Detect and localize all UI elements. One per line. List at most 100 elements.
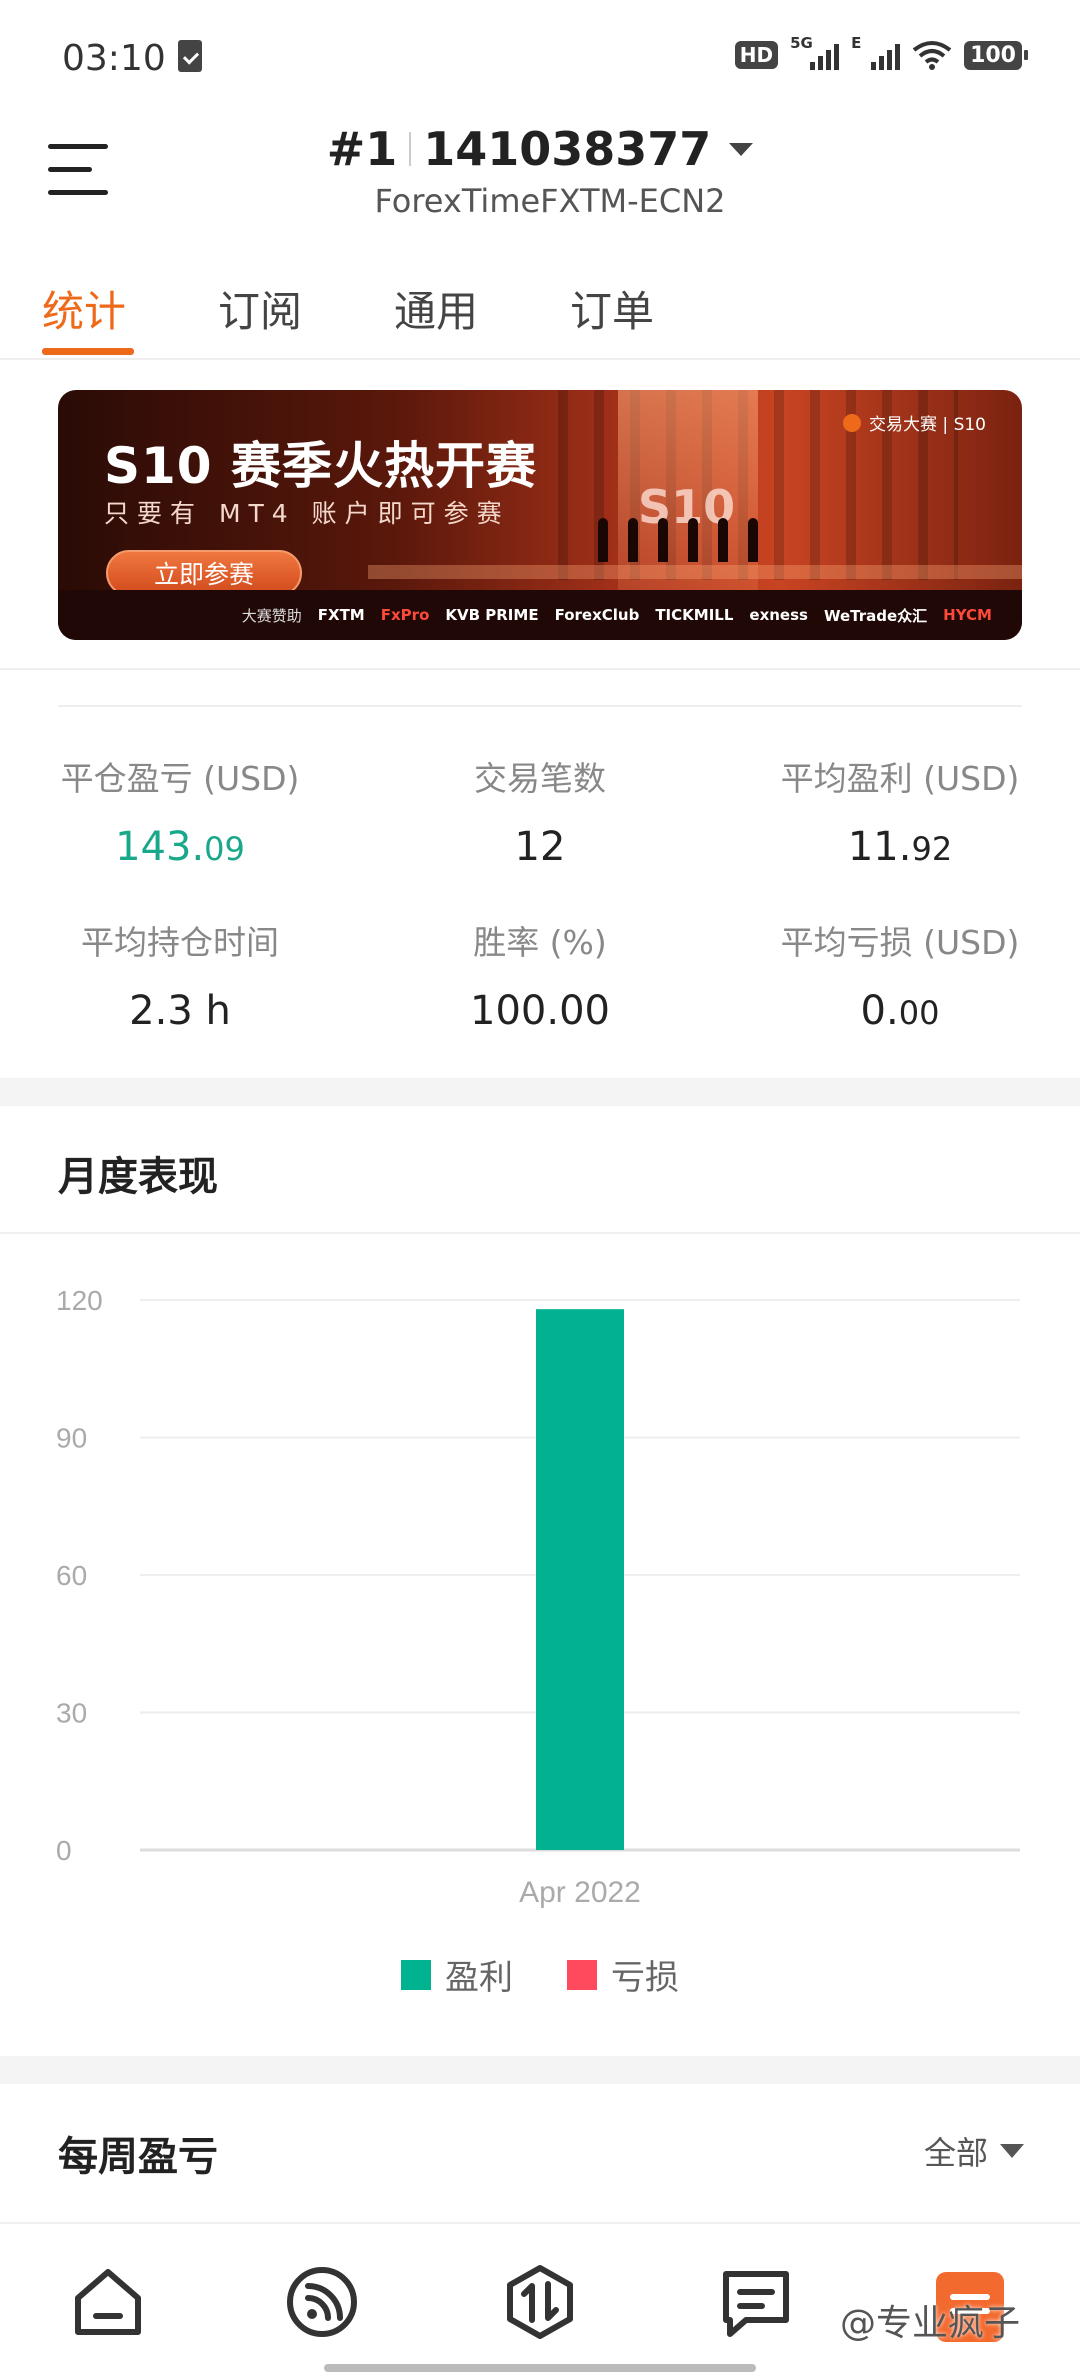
signal-5g-label: 5G — [790, 34, 813, 52]
sponsor-fxpro: FxPro — [380, 606, 430, 624]
stat-value-int: 0. — [860, 988, 899, 1034]
status-bar: 03:10 HD 5G E 100 — [0, 0, 1080, 120]
tab-bar: 统计 订阅 通用 订单 — [0, 260, 1080, 360]
tab-orders[interactable]: 订单 — [570, 278, 654, 339]
tab-active-indicator — [42, 348, 134, 355]
banner-brand: 交易大赛 | S10 — [843, 410, 986, 435]
account-server: ForexTimeFXTM-ECN2 — [374, 182, 726, 220]
banner-title: S10 赛季火热开赛 — [104, 437, 537, 495]
tab-statistics[interactable]: 统计 — [42, 278, 126, 339]
monthly-title: 月度表现 — [58, 1154, 218, 1200]
divider — [0, 668, 1080, 670]
x-tick-label: Apr 2022 — [519, 1876, 641, 1909]
sponsor-label: 大赛赞助 — [241, 606, 302, 625]
trade-icon — [507, 2265, 573, 2339]
stat-label: 胜率 (%) — [473, 923, 607, 962]
stat-value-dec: 00 — [898, 994, 940, 1032]
monthly-chart-card: 0 30 60 90 120 Apr 2022 — [0, 1232, 1080, 2032]
stat-avg-profit: 平均盈利 (USD) 11.92 — [720, 752, 1080, 870]
legend-loss[interactable]: 亏损 — [567, 1950, 679, 1999]
bar-profit — [536, 1309, 624, 1850]
banner-figures — [598, 518, 758, 562]
message-icon — [723, 2271, 789, 2337]
account-separator — [409, 132, 412, 166]
stat-win-rate: 胜率 (%) 100.00 — [360, 916, 720, 1034]
status-time: 03:10 — [62, 38, 166, 79]
sponsor-tickmill: TICKMILL — [655, 606, 734, 624]
legend-swatch-profit — [401, 1959, 431, 1990]
banner-brand-text: 交易大赛 | S10 — [869, 415, 986, 435]
sponsor-forexclub: ForexClub — [554, 606, 640, 624]
banner-stage — [368, 565, 1022, 579]
y-tick-label: 60 — [56, 1560, 87, 1591]
sponsor-kvb: KVB PRIME — [445, 606, 539, 624]
sponsor-hycm: HYCM — [943, 606, 992, 624]
weekly-filter-dropdown[interactable]: 全部 — [924, 2128, 1024, 2174]
account-index: #1 — [326, 122, 398, 176]
stat-value: 2.3 h — [129, 988, 231, 1034]
stat-avg-hold: 平均持仓时间 2.3 h — [0, 916, 360, 1034]
nav-signals[interactable] — [282, 2262, 362, 2342]
nav-messages[interactable] — [716, 2262, 796, 2342]
stat-label: 平仓盈亏 (USD) — [60, 759, 300, 798]
y-tick-label: 120 — [56, 1285, 103, 1316]
stat-value-dec: 09 — [204, 830, 245, 868]
stat-value-int: 143. — [115, 824, 205, 870]
stats-panel: 平仓盈亏 (USD) 143.09 交易笔数 12 平均盈利 (USD) 11.… — [0, 700, 1080, 1080]
stat-avg-loss: 平均亏损 (USD) 0.00 — [720, 916, 1080, 1034]
weekly-filter-label: 全部 — [923, 2134, 988, 2172]
account-number: 141038377 — [423, 122, 712, 176]
stat-trades: 交易笔数 12 — [360, 752, 720, 870]
signal-icon — [287, 2267, 357, 2337]
sponsor-fxtm: FXTM — [317, 606, 365, 624]
section-gap — [0, 2056, 1080, 2084]
weekly-title: 每周盈亏 — [58, 2134, 218, 2180]
hd-icon: HD — [734, 41, 779, 69]
legend-label-profit: 盈利 — [445, 1958, 513, 1998]
promo-banner[interactable]: S10 S10 赛季火热开赛 只要有 MT4 账户即可参赛 立即参赛 交易大赛 … — [58, 390, 1022, 640]
stat-label: 平均盈利 (USD) — [780, 759, 1020, 798]
stat-label: 交易笔数 — [474, 759, 606, 798]
signal-e-label: E — [851, 34, 862, 52]
legend-label-loss: 亏损 — [611, 1958, 679, 1998]
home-icon — [75, 2269, 141, 2335]
y-tick-label: 90 — [56, 1423, 87, 1454]
dropdown-caret-icon[interactable] — [729, 142, 754, 156]
watermark: @专业疯子 — [840, 2303, 1021, 2344]
clipboard-icon — [178, 40, 202, 72]
nav-trade[interactable] — [500, 2262, 580, 2342]
nav-home[interactable] — [68, 2262, 148, 2342]
brand-logo-icon — [843, 413, 862, 432]
account-selector[interactable]: #1 141038377 ForexTimeFXTM-ECN2 — [0, 122, 1080, 220]
stat-value: 11.92 — [720, 824, 1080, 870]
banner-subtitle: 只要有 MT4 账户即可参赛 — [104, 499, 510, 528]
y-tick-label: 0 — [56, 1835, 72, 1866]
wifi-icon — [912, 41, 952, 70]
legend-swatch-loss — [567, 1959, 597, 1990]
monthly-chart: 0 30 60 90 120 Apr 2022 — [56, 1285, 1020, 1909]
y-tick-label: 30 — [56, 1698, 87, 1729]
home-indicator[interactable] — [324, 2364, 756, 2372]
tab-general[interactable]: 通用 — [394, 278, 478, 339]
stat-value: 100.00 — [470, 988, 610, 1034]
chevron-down-icon — [1000, 2144, 1024, 2158]
stat-closed-pnl: 平仓盈亏 (USD) 143.09 — [0, 752, 360, 870]
stat-value: 0.00 — [720, 988, 1080, 1034]
sponsor-exness: exness — [749, 606, 808, 624]
stat-value-dec: 92 — [911, 830, 953, 868]
chart-legend: 盈利 亏损 — [0, 1950, 1080, 1999]
sponsor-wetrade: WeTrade众汇 — [823, 606, 928, 625]
battery-icon: 100 — [964, 40, 1028, 70]
stat-value-int: 11. — [847, 824, 912, 870]
section-gap — [0, 1078, 1080, 1106]
sponsor-strip: 大赛赞助 FXTM FxPro KVB PRIME ForexClub TICK… — [58, 590, 1022, 640]
status-icons: HD 5G E 100 — [734, 34, 1028, 70]
stat-value: 12 — [514, 824, 566, 870]
tab-subscribe[interactable]: 订阅 — [218, 278, 302, 339]
signal-e-icon: E — [851, 34, 901, 70]
signal-5g-icon: 5G — [790, 34, 840, 70]
legend-profit[interactable]: 盈利 — [401, 1950, 513, 1999]
stat-value: 143.09 — [0, 824, 360, 870]
stat-label: 平均亏损 (USD) — [780, 923, 1020, 962]
stat-label: 平均持仓时间 — [81, 923, 279, 962]
